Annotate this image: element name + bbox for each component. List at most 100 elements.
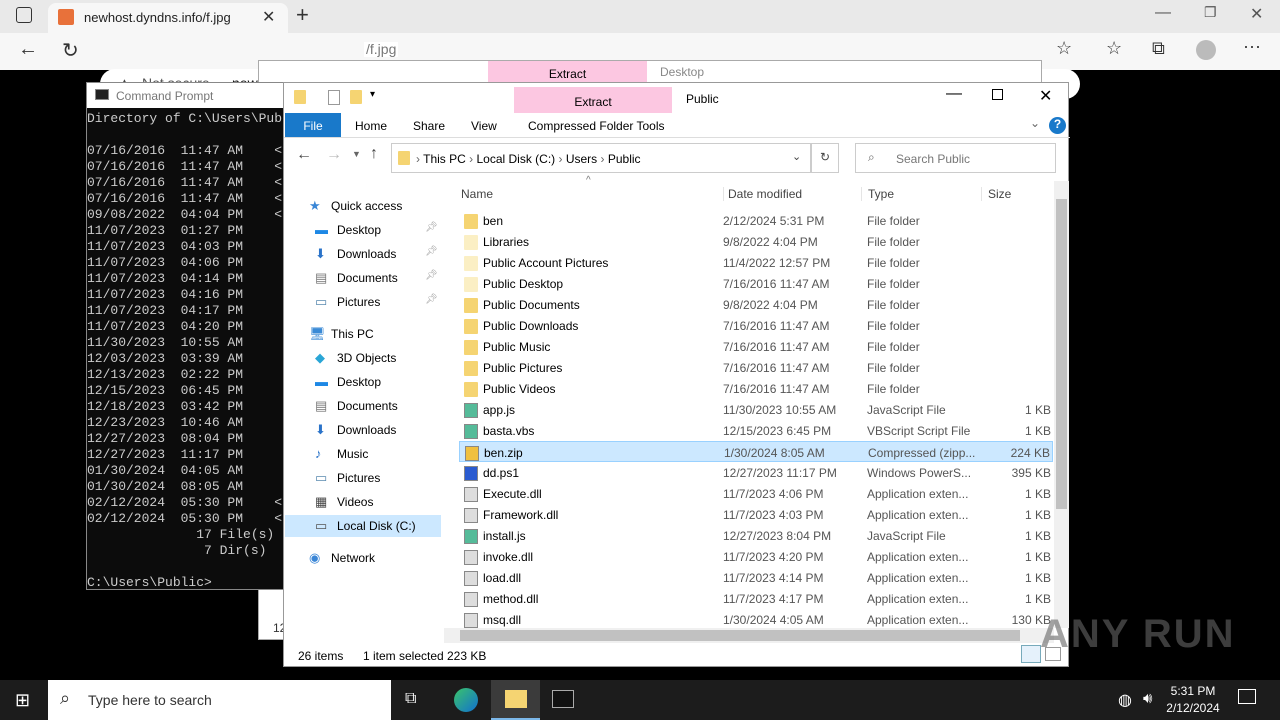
column-size[interactable]: Size (981, 187, 1011, 201)
pin-icon[interactable]: 📌︎ (425, 222, 438, 233)
file-row[interactable]: ben.zip 1/30/2024 8:05 AM Compressed (zipp… (459, 441, 1053, 462)
minimize-icon[interactable]: — (1155, 4, 1171, 22)
nav-item-desktop[interactable]: ▬ Desktop 📌︎ (285, 219, 441, 241)
volume-icon[interactable]: 🔊︎ (1143, 690, 1152, 707)
task-view-icon[interactable]: ⧉ (405, 690, 416, 708)
tab-compressed-folder-tools[interactable]: Compressed Folder Tools (528, 119, 665, 133)
file-row[interactable]: install.js 12/27/2023 8:04 PM JavaScript F… (459, 525, 1053, 546)
scrollbar-thumb[interactable] (1056, 199, 1067, 509)
nav-item-quick-access[interactable]: ★ Quick access (285, 195, 441, 217)
up-icon[interactable]: ↑ (370, 145, 378, 163)
file-row[interactable]: basta.vbs 12/15/2023 6:45 PM VBScript Scri… (459, 420, 1053, 441)
help-icon[interactable]: ? (1049, 117, 1066, 134)
recent-icon[interactable]: ▼ (352, 149, 361, 159)
nav-item-documents[interactable]: ▤ Documents 📌︎ (285, 267, 441, 289)
column-type[interactable]: Type (861, 187, 894, 201)
clock-time[interactable]: 5:31 PM (1166, 684, 1220, 698)
taskbar-search[interactable]: ⌕ Type here to search (48, 680, 391, 720)
file-explorer-taskbar-button[interactable] (491, 680, 540, 720)
details-view-icon[interactable] (1021, 645, 1041, 663)
file-row[interactable]: msq.dll 1/30/2024 4:05 AM Application exte… (459, 609, 1053, 630)
more-icon[interactable]: ··· (1243, 36, 1261, 57)
file-row[interactable]: Framework.dll 11/7/2023 4:03 PM Applicatio… (459, 504, 1053, 525)
collections-icon[interactable]: ⧉ (1152, 38, 1165, 59)
file-row[interactable]: Public Desktop 7/16/2016 11:47 AM File fol… (459, 273, 1053, 294)
edge-icon[interactable] (454, 688, 478, 712)
close-icon[interactable]: ✕ (1039, 86, 1052, 106)
file-row[interactable]: dd.ps1 12/27/2023 11:17 PM Windows PowerS.… (459, 462, 1053, 483)
new-tab-icon[interactable]: + (296, 2, 309, 28)
nav-item-desktop[interactable]: ▬ Desktop (285, 371, 441, 393)
network-icon[interactable]: ◍ (1118, 690, 1132, 710)
command-prompt-window[interactable]: Command Prompt Directory of C:\Users\Pub… (86, 82, 284, 590)
file-row[interactable]: Public Videos 7/16/2016 11:47 AM File fold… (459, 378, 1053, 399)
clock-date[interactable]: 2/12/2024 (1162, 701, 1224, 715)
address-dropdown-icon[interactable]: ⌄ (792, 150, 801, 163)
file-row[interactable]: app.js 11/30/2023 10:55 AM JavaScript File… (459, 399, 1053, 420)
forward-icon[interactable]: → (326, 146, 342, 164)
favorite-add-icon[interactable]: ☆ (1056, 38, 1072, 59)
file-row[interactable]: invoke.dll 11/7/2023 4:20 PM Application e… (459, 546, 1053, 567)
breadcrumb-item[interactable]: Public (608, 152, 641, 166)
nav-item-pictures[interactable]: ▭ Pictures 📌︎ (285, 291, 441, 313)
minimize-icon[interactable]: — (946, 85, 962, 103)
nav-item-downloads[interactable]: ⬇ Downloads (285, 419, 441, 441)
extract-tab[interactable]: Extract (514, 87, 672, 113)
notification-icon[interactable] (1238, 689, 1256, 704)
pin-icon[interactable]: 📌︎ (425, 270, 438, 281)
file-row[interactable]: Execute.dll 11/7/2023 4:06 PM Application … (459, 483, 1053, 504)
tab-actions-icon[interactable] (16, 7, 32, 23)
nav-item-3d-objects[interactable]: ◆ 3D Objects (285, 347, 441, 369)
qat-properties-icon[interactable] (328, 90, 340, 105)
explorer-window[interactable]: ▾ Extract Public — ✕ File Home Share Vie… (283, 82, 1070, 667)
back-icon[interactable]: ← (296, 146, 312, 164)
column-name[interactable]: Name (461, 187, 493, 201)
close-browser-icon[interactable]: ✕ (1250, 4, 1263, 24)
close-tab-icon[interactable]: ✕ (262, 7, 275, 27)
column-date[interactable]: Date modified (723, 187, 802, 201)
file-row[interactable]: Libraries 9/8/2022 4:04 PM File folder (459, 231, 1053, 252)
extract-tab[interactable]: Extract (488, 61, 647, 83)
breadcrumb-item[interactable]: Local Disk (C:) (476, 152, 555, 166)
qat-folder-icon[interactable] (294, 90, 306, 107)
start-windows-icon[interactable]: ⊞ (15, 690, 30, 711)
file-row[interactable]: load.dll 11/7/2023 4:14 PM Application ext… (459, 567, 1053, 588)
nav-item-network[interactable]: ◉ Network (285, 547, 441, 569)
nav-item-music[interactable]: ♪ Music (285, 443, 441, 465)
favorites-icon[interactable]: ☆ (1106, 38, 1122, 59)
refresh-icon[interactable]: ↻ (62, 38, 79, 63)
profile-avatar[interactable] (1196, 40, 1216, 60)
tab-share[interactable]: Share (413, 119, 445, 133)
tab-view[interactable]: View (471, 119, 497, 133)
qat-newfolder-icon[interactable] (350, 90, 362, 107)
search-box[interactable]: ⌕ Search Public (855, 143, 1056, 173)
cmd-taskbar-icon[interactable] (552, 690, 574, 708)
restore-icon[interactable]: ❐ (1204, 4, 1217, 21)
qat-dropdown-icon[interactable]: ▾ (370, 89, 375, 100)
nav-item-documents[interactable]: ▤ Documents (285, 395, 441, 417)
hscroll-thumb[interactable] (460, 630, 1020, 641)
file-row[interactable]: method.dll 11/7/2023 4:17 PM Application e… (459, 588, 1053, 609)
file-row[interactable]: Public Documents 9/8/2022 4:04 PM File fol… (459, 294, 1053, 315)
breadcrumb-item[interactable]: Users (566, 152, 597, 166)
expand-ribbon-icon[interactable]: ⌄ (1030, 116, 1040, 130)
maximize-icon[interactable] (992, 89, 1003, 100)
back-icon[interactable]: ← (18, 38, 38, 61)
nav-item-videos[interactable]: ▦ Videos (285, 491, 441, 513)
nav-item-this-pc[interactable]: 🖥︎ This PC (285, 323, 441, 345)
breadcrumb-item[interactable]: This PC (423, 152, 466, 166)
refresh-icon[interactable]: ↻ (811, 143, 839, 173)
address-box[interactable]: › This PC › Local Disk (C:) › Users › Pu… (391, 143, 811, 173)
file-row[interactable]: Public Account Pictures 11/4/2022 12:57 P… (459, 252, 1053, 273)
nav-item-pictures[interactable]: ▭ Pictures (285, 467, 441, 489)
pin-icon[interactable]: 📌︎ (425, 294, 438, 305)
pin-icon[interactable]: 📌︎ (425, 246, 438, 257)
file-row[interactable]: Public Pictures 7/16/2016 11:47 AM File fo… (459, 357, 1053, 378)
tab-file[interactable]: File (285, 113, 341, 137)
horizontal-scrollbar[interactable] (444, 628, 1054, 643)
file-row[interactable]: Public Downloads 7/16/2016 11:47 AM File f… (459, 315, 1053, 336)
tab-home[interactable]: Home (355, 119, 387, 133)
vertical-scrollbar[interactable] (1054, 181, 1069, 628)
nav-item-downloads[interactable]: ⬇ Downloads 📌︎ (285, 243, 441, 265)
file-row[interactable]: Public Music 7/16/2016 11:47 AM File folde… (459, 336, 1053, 357)
